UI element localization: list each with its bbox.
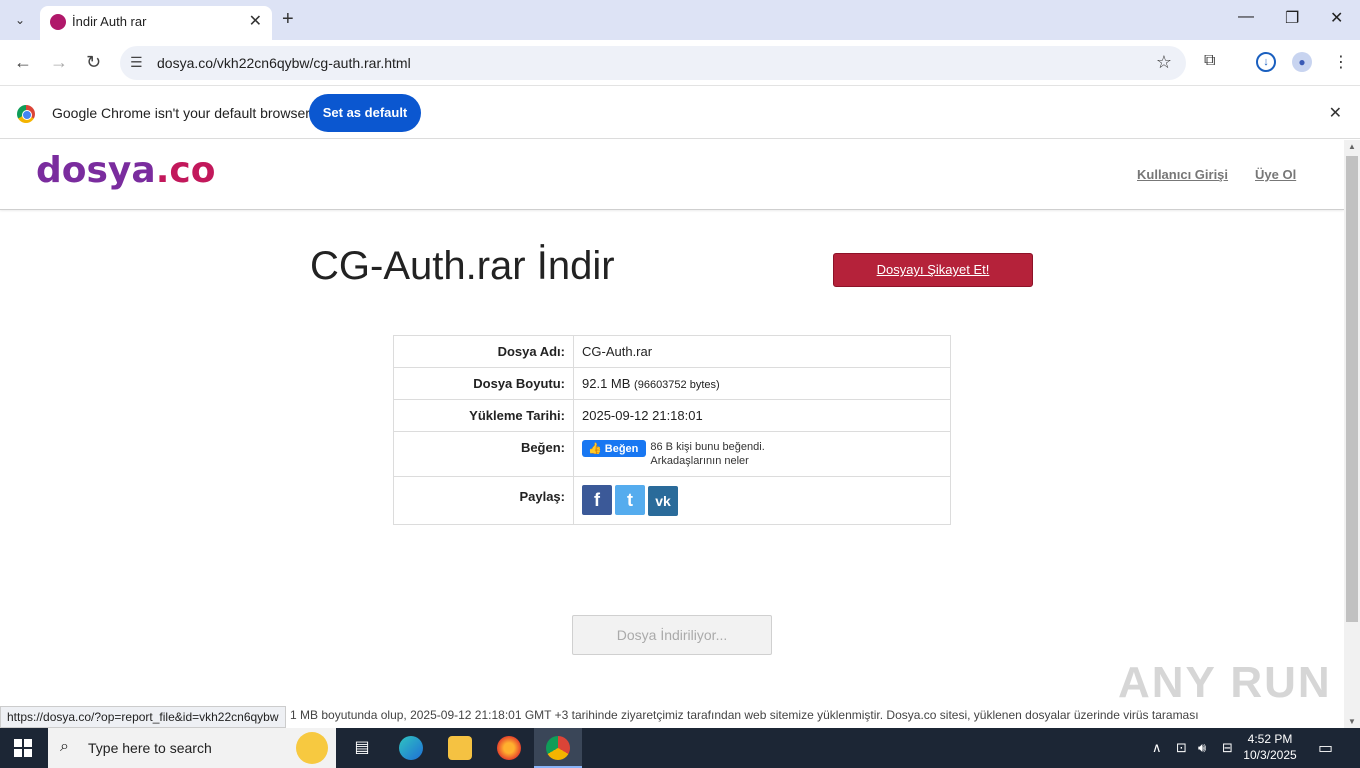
file-name-value: CG-Auth.rar — [573, 335, 951, 368]
scroll-down-icon[interactable]: ▼ — [1348, 717, 1356, 726]
browser-toolbar: ← → ↻ ☰ dosya.co/vkh22cn6qybw/cg-auth.ra… — [0, 40, 1360, 86]
file-size-value: 92.1 MB — [582, 376, 631, 391]
clock-date: 10/3/2025 — [1243, 748, 1297, 762]
weather-sun-icon[interactable] — [296, 732, 328, 764]
address-url[interactable]: dosya.co/vkh22cn6qybw/cg-auth.rar.html — [157, 55, 411, 71]
forward-icon[interactable]: → — [50, 52, 68, 73]
infobar-close-icon[interactable]: ✕ — [1329, 103, 1342, 123]
search-icon: ⌕ — [60, 738, 69, 755]
site-favicon-icon — [50, 14, 66, 30]
table-row: Dosya Boyutu: 92.1 MB (96603752 bytes) — [393, 367, 951, 400]
download-button[interactable]: Dosya İndiriliyor... — [572, 615, 772, 655]
share-label: Paylaş: — [393, 476, 574, 525]
clock-time: 4:52 PM — [1247, 732, 1293, 746]
upload-date-value: 2025-09-12 21:18:01 — [573, 399, 951, 432]
site-header: dosya.co Kullanıcı Girişi Üye Ol — [0, 140, 1344, 210]
file-explorer-icon[interactable] — [448, 736, 472, 760]
table-row: Paylaş: f t vk — [393, 476, 951, 525]
upload-date-label: Yükleme Tarihi: — [393, 399, 574, 432]
address-bar[interactable]: ☰ dosya.co/vkh22cn6qybw/cg-auth.rar.html… — [120, 46, 1186, 80]
like-cell: 👍 Beğen 86 B kişi bunu beğendi. Arkadaşlar… — [573, 431, 951, 477]
page-title: CG-Auth.rar İndir — [310, 244, 615, 288]
notifications-icon[interactable]: ▭ — [1318, 738, 1333, 758]
twitter-share-icon[interactable]: t — [615, 485, 645, 515]
report-file-button[interactable]: Dosyayı Şikayet Et! — [833, 253, 1033, 287]
maximize-icon[interactable]: ❐ — [1285, 8, 1299, 28]
edge-icon[interactable] — [399, 736, 423, 760]
anyrun-watermark: ANY RUN — [1118, 658, 1332, 707]
browser-tab[interactable]: İndir Auth rar ✕ — [40, 6, 272, 40]
like-count-text: 86 B kişi bunu beğendi. Arkadaşlarının ne… — [650, 441, 765, 467]
minimize-icon[interactable]: — — [1238, 8, 1254, 26]
chrome-logo-icon — [17, 105, 35, 123]
page-scrollbar[interactable]: ▲ ▼ — [1344, 140, 1360, 728]
table-row: Yükleme Tarihi: 2025-09-12 21:18:01 — [393, 399, 951, 432]
vk-share-icon[interactable]: vk — [648, 486, 678, 516]
menu-kebab-icon[interactable]: ⋮ — [1333, 52, 1349, 72]
login-link[interactable]: Kullanıcı Girişi — [1137, 167, 1228, 182]
tab-strip: ⌄ İndir Auth rar ✕ + — ❐ ✕ — [0, 0, 1360, 40]
file-size-cell: 92.1 MB (96603752 bytes) — [573, 367, 951, 400]
thumbs-up-icon: 👍 — [588, 443, 602, 455]
site-logo[interactable]: dosya.co — [36, 150, 215, 191]
chrome-icon — [546, 736, 570, 760]
profile-icon[interactable]: ● — [1292, 52, 1312, 72]
file-description: 1 MB boyutunda olup, 2025-09-12 21:18:01… — [290, 708, 1199, 722]
infobar-message: Google Chrome isn't your default browser — [52, 105, 310, 121]
file-name-label: Dosya Adı: — [393, 335, 574, 368]
taskbar-search-box[interactable]: ⌕ Type here to search — [48, 728, 336, 768]
bookmark-star-icon[interactable]: ☆ — [1156, 52, 1172, 73]
facebook-share-icon[interactable]: f — [582, 485, 612, 515]
file-size-label: Dosya Boyutu: — [393, 367, 574, 400]
tab-close-icon[interactable]: ✕ — [249, 11, 262, 31]
task-view-icon[interactable]: ▤ — [350, 736, 374, 760]
status-bar-url: https://dosya.co/?op=report_file&id=vkh2… — [0, 706, 286, 728]
download-icon[interactable]: ↓ — [1256, 52, 1276, 72]
reload-icon[interactable]: ↻ — [86, 52, 101, 73]
tab-title: İndir Auth rar — [72, 14, 147, 29]
taskbar-clock[interactable]: 4:52 PM 10/3/2025 — [1240, 731, 1300, 763]
extensions-icon[interactable]: ⧉ — [1204, 52, 1215, 70]
table-row: Beğen: 👍 Beğen 86 B kişi bunu beğendi. Ark… — [393, 431, 951, 477]
volume-icon[interactable]: 🔊︎ — [1198, 740, 1206, 756]
back-icon[interactable]: ← — [14, 52, 32, 73]
file-info-table: Dosya Adı: CG-Auth.rar Dosya Boyutu: 92.… — [393, 335, 951, 525]
network-status-icon[interactable]: ⊡ — [1176, 740, 1187, 756]
web-page: dosya.co Kullanıcı Girişi Üye Ol CG-Auth… — [0, 140, 1344, 728]
new-tab-icon[interactable]: + — [282, 8, 294, 31]
windows-taskbar: ⌕ Type here to search ▤ ∧ ⊡ 🔊︎ ⊟ 4:52 PM… — [0, 728, 1360, 768]
chrome-taskbar-button[interactable] — [534, 728, 582, 768]
share-cell: f t vk — [573, 476, 951, 525]
like-label: Beğen: — [393, 431, 574, 477]
facebook-like-button[interactable]: 👍 Beğen — [582, 440, 647, 457]
scroll-up-icon[interactable]: ▲ — [1348, 142, 1356, 151]
firefox-icon[interactable] — [497, 736, 521, 760]
input-method-icon[interactable]: ⊟ — [1222, 740, 1233, 756]
file-size-bytes: (96603752 bytes) — [634, 379, 720, 391]
set-default-button[interactable]: Set as default — [309, 94, 421, 132]
tray-chevron-icon[interactable]: ∧ — [1152, 740, 1162, 756]
default-browser-infobar: Google Chrome isn't your default browser… — [0, 87, 1360, 139]
window-close-icon[interactable]: ✕ — [1330, 8, 1343, 28]
taskbar-search-placeholder: Type here to search — [88, 740, 212, 756]
register-link[interactable]: Üye Ol — [1255, 167, 1296, 182]
scroll-thumb[interactable] — [1346, 156, 1358, 622]
site-info-icon[interactable]: ☰ — [130, 54, 143, 71]
windows-start-icon[interactable] — [14, 739, 32, 757]
tab-search-icon[interactable]: ⌄ — [8, 8, 32, 32]
table-row: Dosya Adı: CG-Auth.rar — [393, 335, 951, 368]
